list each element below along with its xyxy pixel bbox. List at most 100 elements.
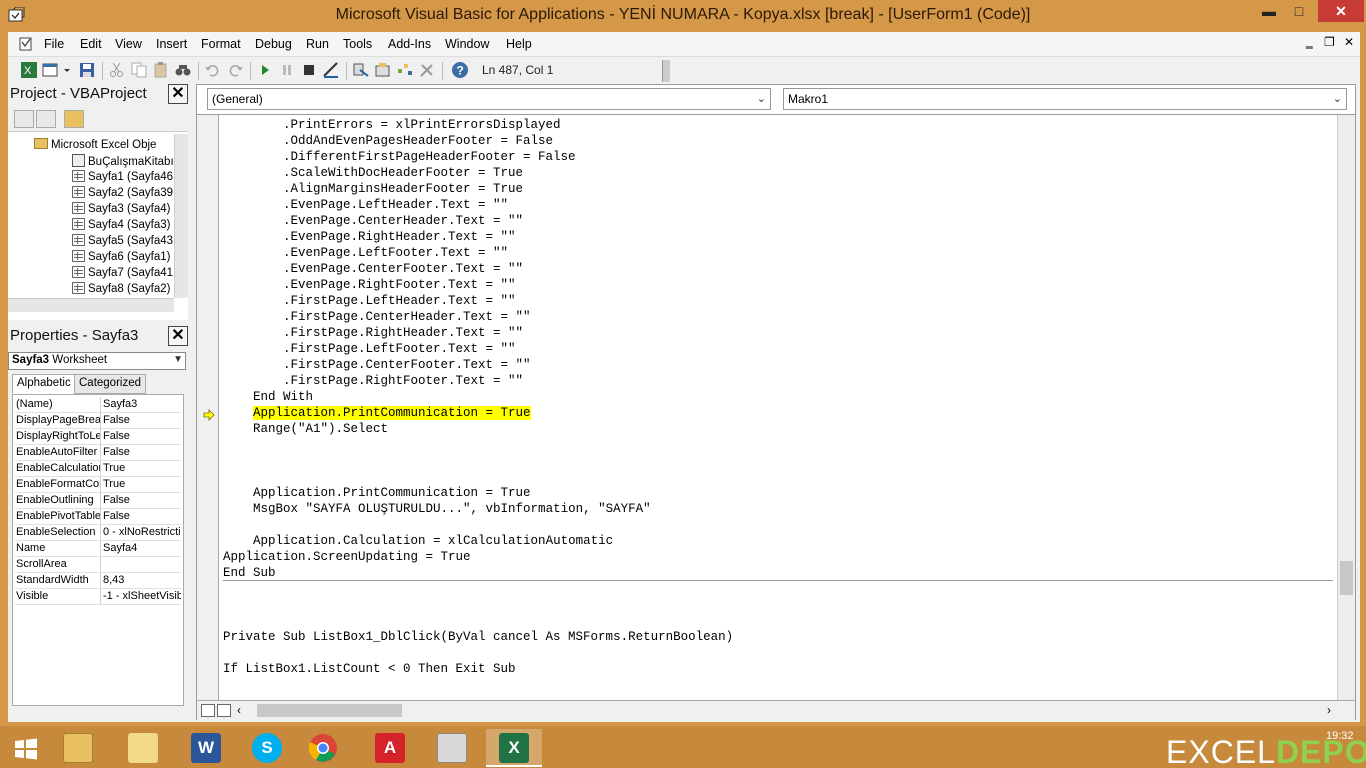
procedure-dropdown[interactable]: Makro1 ⌄ (783, 88, 1347, 110)
margin-indicator-bar[interactable] (197, 115, 219, 701)
copy-icon[interactable] (130, 61, 148, 79)
code-line[interactable]: .AlignMarginsHeaderFooter = True (223, 181, 523, 197)
menu-insert[interactable]: Insert (156, 37, 187, 51)
property-row[interactable]: ScrollArea (15, 557, 181, 573)
code-editor[interactable]: .PrintErrors = xlPrintErrorsDisplayed .O… (197, 114, 1355, 701)
project-tree-vertical-scrollbar[interactable] (174, 134, 188, 298)
taskbar-excel[interactable]: X (486, 729, 542, 767)
property-row[interactable]: EnableCalculation True (15, 461, 181, 477)
menu-tools[interactable]: Tools (343, 37, 372, 51)
code-line[interactable]: Private Sub ListBox1_DblClick(ByVal canc… (223, 629, 733, 645)
code-line[interactable]: .EvenPage.CenterFooter.Text = "" (223, 261, 523, 277)
scroll-thumb[interactable] (1340, 561, 1353, 595)
code-line[interactable]: Application.PrintCommunication = True (223, 405, 531, 421)
code-line[interactable]: Application.ScreenUpdating = True (223, 549, 471, 565)
property-row[interactable]: StandardWidth 8,43 (15, 573, 181, 589)
tree-node-excel-objects[interactable]: Microsoft Excel Obje (34, 138, 156, 154)
run-icon[interactable] (256, 61, 274, 79)
object-selector[interactable]: Sayfa3 Worksheet ▼ (8, 352, 186, 370)
view-object-button[interactable] (36, 110, 56, 128)
code-line[interactable]: .EvenPage.RightFooter.Text = "" (223, 277, 516, 293)
tree-node-sheet[interactable]: Sayfa5 (Sayfa43 (72, 234, 173, 250)
code-line[interactable]: .PrintErrors = xlPrintErrorsDisplayed (223, 117, 561, 133)
code-line[interactable]: MsgBox "SAYFA OLUŞTURULDU...", vbInforma… (223, 501, 651, 517)
redo-icon[interactable] (226, 61, 244, 79)
menu-debug[interactable]: Debug (255, 37, 292, 51)
code-line[interactable]: .FirstPage.CenterFooter.Text = "" (223, 357, 531, 373)
tree-node-sheet[interactable]: Sayfa6 (Sayfa1) (72, 250, 170, 266)
procedure-view-button[interactable] (201, 704, 215, 717)
tree-node-sheet[interactable]: Sayfa7 (Sayfa41 (72, 266, 173, 282)
menu-edit[interactable]: Edit (80, 37, 102, 51)
code-line[interactable]: If ListBox1.ListCount < 0 Then Exit Sub (223, 661, 516, 677)
tree-node-sheet[interactable]: Sayfa4 (Sayfa3) (72, 218, 170, 234)
scroll-right-arrow-icon[interactable]: › (1327, 703, 1331, 717)
code-line[interactable]: .EvenPage.LeftFooter.Text = "" (223, 245, 508, 261)
mdi-close-button[interactable]: ✕ (1344, 35, 1354, 49)
code-line[interactable]: .EvenPage.RightHeader.Text = "" (223, 229, 516, 245)
menu-add-ins[interactable]: Add-Ins (388, 37, 431, 51)
taskbar-explorer[interactable] (50, 729, 106, 767)
property-row[interactable]: (Name) Sayfa3 (15, 397, 181, 413)
code-line[interactable]: .FirstPage.LeftHeader.Text = "" (223, 293, 516, 309)
tree-node-workbook[interactable]: BuÇalışmaKitabı (72, 154, 174, 170)
break-icon[interactable] (278, 61, 296, 79)
find-icon[interactable] (174, 61, 192, 79)
toolbar-grip[interactable] (662, 60, 670, 82)
view-excel-icon[interactable]: X (20, 61, 38, 79)
code-line[interactable]: .OddAndEvenPagesHeaderFooter = False (223, 133, 553, 149)
save-icon[interactable] (78, 61, 96, 79)
menu-run[interactable]: Run (306, 37, 329, 51)
properties-panel-close-button[interactable]: ✕ (168, 326, 188, 346)
minimize-button[interactable]: ▬ (1254, 0, 1284, 24)
property-row[interactable]: Visible -1 - xlSheetVisib (15, 589, 181, 605)
chevron-down-icon[interactable] (62, 61, 72, 79)
code-line[interactable]: .FirstPage.LeftFooter.Text = "" (223, 341, 516, 357)
property-row[interactable]: EnablePivotTable False (15, 509, 181, 525)
start-button[interactable] (0, 729, 56, 767)
taskbar-acrobat[interactable]: A (362, 729, 418, 767)
document-icon[interactable] (18, 36, 36, 52)
taskbar-skype[interactable]: S (239, 729, 295, 767)
taskbar-chrome[interactable] (296, 729, 352, 767)
close-button[interactable]: ✕ (1318, 0, 1364, 22)
paste-icon[interactable] (152, 61, 170, 79)
menu-view[interactable]: View (115, 37, 142, 51)
code-line[interactable]: .FirstPage.RightFooter.Text = "" (223, 373, 523, 389)
menu-window[interactable]: Window (445, 37, 489, 51)
property-row[interactable]: EnableFormatCon True (15, 477, 181, 493)
code-vertical-scrollbar[interactable] (1337, 115, 1355, 701)
tab-categorized[interactable]: Categorized (74, 374, 147, 394)
project-panel-close-button[interactable]: ✕ (168, 84, 188, 104)
code-line[interactable]: Application.Calculation = xlCalculationA… (223, 533, 613, 549)
tree-node-sheet[interactable]: Sayfa3 (Sayfa4) (72, 202, 170, 218)
menu-help[interactable]: Help (506, 37, 532, 51)
property-row[interactable]: DisplayPageBreak False (15, 413, 181, 429)
maximize-button[interactable]: □ (1284, 0, 1314, 24)
toolbox-icon[interactable] (418, 61, 436, 79)
scroll-left-arrow-icon[interactable]: ‹ (237, 703, 241, 717)
property-row[interactable]: EnableSelection 0 - xlNoRestrictio (15, 525, 181, 541)
object-browser-icon[interactable] (396, 61, 414, 79)
code-line[interactable]: .EvenPage.LeftHeader.Text = "" (223, 197, 508, 213)
code-text[interactable]: .PrintErrors = xlPrintErrorsDisplayed .O… (223, 117, 1333, 701)
property-row[interactable]: EnableAutoFilter False (15, 445, 181, 461)
project-tree-horizontal-scrollbar[interactable] (8, 298, 174, 312)
code-line[interactable]: .ScaleWithDocHeaderFooter = True (223, 165, 523, 181)
code-line[interactable]: Range("A1").Select (223, 421, 388, 437)
property-row[interactable]: DisplayRightToLef False (15, 429, 181, 445)
project-explorer-icon[interactable] (352, 61, 370, 79)
toggle-folders-button[interactable] (64, 110, 84, 128)
mdi-restore-button[interactable]: ❐ (1324, 35, 1335, 49)
menu-format[interactable]: Format (201, 37, 241, 51)
insert-userform-icon[interactable] (42, 61, 60, 79)
mdi-minimize-button[interactable]: ‗ (1306, 35, 1313, 49)
taskbar-calculator[interactable] (424, 729, 480, 767)
cut-icon[interactable] (108, 61, 126, 79)
taskbar-word[interactable]: W (178, 729, 234, 767)
design-mode-icon[interactable] (322, 61, 340, 79)
property-row[interactable]: Name Sayfa4 (15, 541, 181, 557)
undo-icon[interactable] (204, 61, 222, 79)
reset-icon[interactable] (300, 61, 318, 79)
tab-alphabetic[interactable]: Alphabetic (12, 374, 76, 394)
